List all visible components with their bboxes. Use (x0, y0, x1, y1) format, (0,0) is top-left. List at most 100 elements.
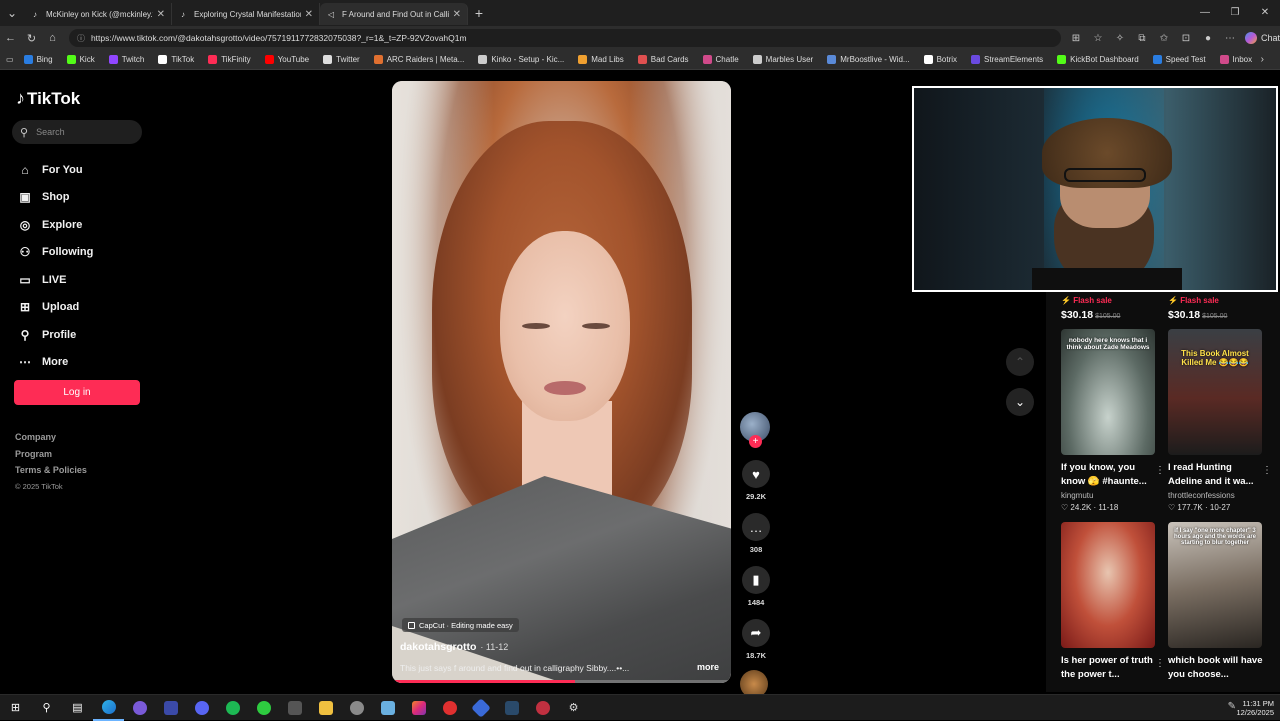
app-icon[interactable] (434, 695, 465, 721)
bookmarks-overflow-chevron-icon[interactable]: › (1261, 54, 1264, 65)
sale-price[interactable]: $30.18 $105.00 (1168, 309, 1274, 321)
bookmark-icon[interactable]: ▮ (742, 566, 770, 594)
windows-start-icon[interactable]: ⊞ (0, 695, 31, 721)
app-icon[interactable] (155, 695, 186, 721)
extensions-icon[interactable]: ✧ (1109, 33, 1131, 44)
sidebar-item-live[interactable]: ▭ LIVE (16, 266, 93, 294)
description-more-link[interactable]: more (697, 662, 719, 672)
rec-author[interactable]: throttleconfessions (1168, 491, 1274, 500)
rec-title[interactable]: Is her power of truth the power t... (1061, 654, 1157, 682)
split-screen-icon[interactable]: ⧉ (1131, 33, 1153, 44)
settings-more-icon[interactable]: ⋯ (1219, 33, 1241, 44)
browser-tab-1[interactable]: ♪ McKinley on Kick (@mckinley.tv) | ✕ (24, 3, 172, 25)
app-icon[interactable] (465, 695, 496, 721)
app-icon[interactable] (341, 695, 372, 721)
bookmark-marbles-user[interactable]: Marbles User (752, 55, 813, 64)
rec-thumbnail[interactable]: if I say "one more chapter" 3 hours ago … (1168, 522, 1262, 648)
search-icon[interactable]: ⚲ (31, 695, 62, 721)
bookmark-arc-raiders-meta[interactable]: ARC Raiders | Meta... (373, 55, 464, 64)
notepad-icon[interactable] (372, 695, 403, 721)
share-action[interactable]: ➦ 18.7K (740, 619, 772, 660)
login-button[interactable]: Log in (14, 380, 140, 405)
back-arrow-icon[interactable]: ← (0, 32, 21, 44)
bookmark-tiktok[interactable]: TikTok (158, 55, 194, 64)
bookmark-bad-cards[interactable]: Bad Cards (637, 55, 689, 64)
kebab-menu-icon[interactable]: ⋮ (1155, 465, 1165, 476)
spotify-icon[interactable] (217, 695, 248, 721)
save-action[interactable]: ▮ 1484 (740, 566, 772, 607)
bookmark-botrix[interactable]: Botrix (923, 55, 957, 64)
browser-tab-3-active[interactable]: ◁ F Around and Find Out in Calli ✕ (320, 3, 468, 25)
bookmark-kick[interactable]: Kick (66, 55, 95, 64)
profile-avatar-icon[interactable]: ● (1197, 33, 1219, 44)
footer-link-terms[interactable]: Terms & Policies (15, 465, 87, 482)
bookmark-kickbot-dashboard[interactable]: KickBot Dashboard (1057, 55, 1139, 64)
bookmark-streamelements[interactable]: StreamElements (971, 55, 1043, 64)
like-action[interactable]: ♥ 29.2K (740, 460, 772, 501)
comment-action[interactable]: … 308 (740, 513, 772, 554)
settings-gear-icon[interactable]: ⚙ (558, 695, 589, 721)
video-progress-bar[interactable] (392, 680, 731, 683)
bookmark-bing[interactable]: Bing (23, 55, 53, 64)
search-input[interactable]: ⚲ Search (12, 120, 142, 144)
bookmark-inbox[interactable]: Inbox (1219, 55, 1252, 64)
reading-mode-icon[interactable]: ⊞ (1065, 33, 1087, 44)
heart-icon[interactable]: ♥ (742, 460, 770, 488)
sale-price[interactable]: $30.18 $105.00 (1061, 309, 1167, 321)
close-tab-icon[interactable]: ✕ (453, 9, 461, 20)
home-icon[interactable]: ⌂ (42, 32, 63, 44)
bookmark-youtube[interactable]: YouTube (264, 55, 309, 64)
sidebar-item-profile[interactable]: ⚲ Profile (16, 321, 93, 349)
kebab-menu-icon[interactable]: ⋮ (1262, 465, 1272, 476)
app-icon[interactable] (279, 695, 310, 721)
sidebar-item-more[interactable]: ⋯ More (16, 349, 93, 377)
browser-tab-2[interactable]: ♪ Exploring Crystal Manifestation an ✕ (172, 3, 320, 25)
share-arrow-icon[interactable]: ➦ (742, 619, 770, 647)
bookmark-twitter[interactable]: Twitter (323, 55, 360, 64)
app-icon[interactable] (124, 695, 155, 721)
tiktok-logo[interactable]: ♪ TikTok (16, 88, 80, 109)
video-author[interactable]: dakotahsgrotto · 11-12 (400, 641, 508, 653)
app-icon[interactable] (527, 695, 558, 721)
app-icon[interactable] (248, 695, 279, 721)
capcut-badge[interactable]: CapCut · Editing made easy (402, 618, 519, 632)
edge-browser-icon[interactable] (93, 695, 124, 721)
discord-icon[interactable] (186, 695, 217, 721)
sidebar-item-shop[interactable]: ▣ Shop (16, 184, 93, 212)
favorite-star-icon[interactable]: ☆ (1087, 33, 1109, 44)
new-tab-button[interactable]: + (468, 5, 490, 21)
footer-link-company[interactable]: Company (15, 432, 87, 449)
rec-title[interactable]: If you know, you know 🫣 #haunte... (1061, 461, 1157, 489)
sidebar-item-for-you[interactable]: ⌂ For You (16, 156, 93, 184)
next-video-chevron-down-icon[interactable]: ⌄ (1006, 388, 1034, 416)
rec-author[interactable]: kingmutu (1061, 491, 1167, 500)
rec-thumbnail[interactable]: This Book Almost Killed Me 😂😂😂 (1168, 329, 1262, 455)
sidebar-item-upload[interactable]: ⊞ Upload (16, 294, 93, 322)
tab-list-chevron-icon[interactable]: ⌄ (0, 0, 24, 26)
comment-icon[interactable]: … (742, 513, 770, 541)
file-explorer-icon[interactable] (310, 695, 341, 721)
bookmark-kinko-setup-kic[interactable]: Kinko - Setup - Kic... (478, 55, 564, 64)
creator-avatar[interactable]: + (740, 412, 770, 448)
kebab-menu-icon[interactable]: ⋮ (1155, 658, 1165, 669)
system-clock[interactable]: 11:31 PM 12/26/2025 (1236, 699, 1274, 717)
rec-title[interactable]: which book will have you choose... (1168, 654, 1264, 682)
bookmark-speed-test[interactable]: Speed Test (1152, 55, 1206, 64)
footer-link-program[interactable]: Program (15, 449, 87, 466)
url-field[interactable]: ⓘ https://www.tiktok.com/@dakotahsgrotto… (68, 29, 1061, 47)
close-tab-icon[interactable]: ✕ (157, 9, 165, 20)
rec-title[interactable]: I read Hunting Adeline and it wa... (1168, 461, 1264, 489)
network-icon[interactable]: ✎ (1228, 701, 1236, 712)
sidebar-item-following[interactable]: ⚇ Following (16, 239, 94, 267)
copilot-chat-button[interactable]: Chat (1245, 32, 1280, 44)
bookmarks-folder-icon[interactable]: ▭ (6, 55, 14, 64)
follow-plus-icon[interactable]: + (749, 435, 762, 448)
app-icon[interactable] (496, 695, 527, 721)
bookmark-twitch[interactable]: Twitch (108, 55, 144, 64)
collections-icon[interactable]: ⊡ (1175, 33, 1197, 44)
bookmark-mad-libs[interactable]: Mad Libs (578, 55, 624, 64)
bookmark-mrboostlive-wid[interactable]: MrBoostlive - Wid... (827, 55, 910, 64)
bookmark-tikfinity[interactable]: TikFinity (208, 55, 251, 64)
favorites-icon[interactable]: ✩ (1153, 33, 1175, 44)
close-window-icon[interactable]: ✕ (1250, 0, 1280, 26)
